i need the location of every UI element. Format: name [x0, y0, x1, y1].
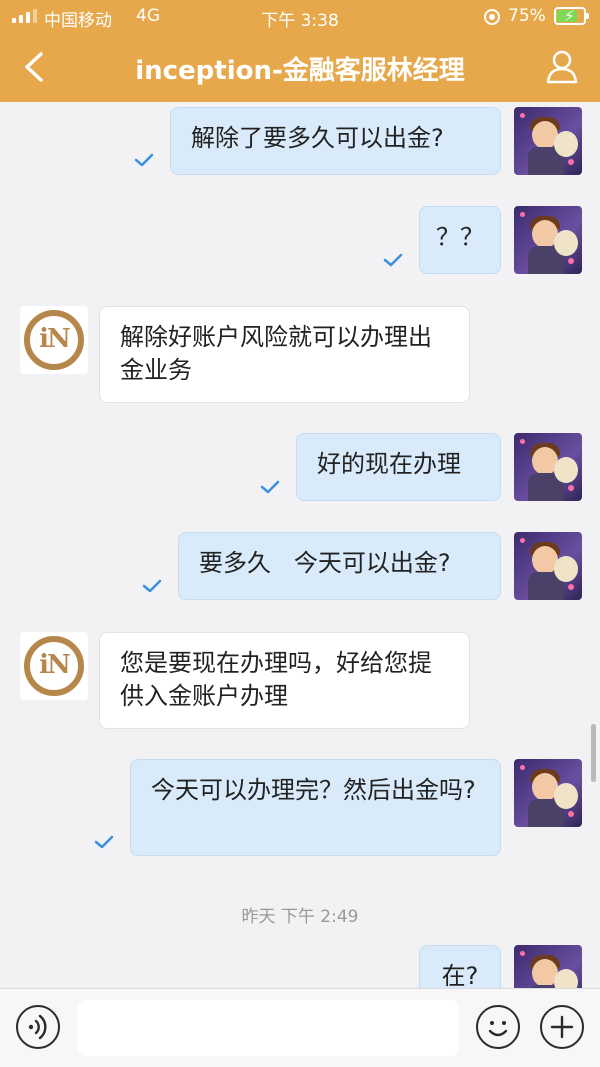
orientation-lock-icon [484, 9, 500, 25]
scrollbar[interactable] [591, 724, 596, 782]
message-bubble[interactable]: 解除好账户风险就可以办理出金业务 [99, 306, 470, 403]
my-avatar[interactable] [514, 206, 582, 274]
message-bubble[interactable]: ？？ [419, 206, 501, 274]
top-bar: 中国移动 4G 下午 3:38 75% ⚡ inception-金融客服林经理 [0, 0, 600, 102]
my-avatar[interactable] [514, 433, 582, 501]
read-check-icon [383, 253, 403, 267]
message-bubble[interactable]: 要多久 今天可以出金? [178, 532, 501, 600]
message-input[interactable] [78, 1000, 459, 1056]
plus-icon[interactable] [540, 1005, 584, 1049]
agent-avatar[interactable]: iN [20, 306, 88, 374]
status-bar: 中国移动 4G 下午 3:38 75% ⚡ [0, 0, 600, 34]
chat-header: inception-金融客服林经理 [0, 34, 600, 102]
message-bubble[interactable]: 您是要现在办理吗，好给您提供入金账户办理 [99, 632, 470, 729]
chat-title: inception-金融客服林经理 [135, 56, 465, 86]
battery-icon: ⚡ [554, 7, 589, 25]
read-check-icon [94, 835, 114, 849]
input-bar [0, 988, 600, 1067]
read-check-icon [142, 579, 162, 593]
message-bubble[interactable]: 今天可以办理完？然后出金吗? [130, 759, 501, 856]
my-avatar[interactable] [514, 945, 582, 988]
my-avatar[interactable] [514, 759, 582, 827]
message-bubble[interactable]: 在? [419, 945, 501, 988]
time-divider: 昨天 下午 2:49 [241, 907, 359, 927]
my-avatar[interactable] [514, 107, 582, 175]
read-check-icon [134, 153, 154, 167]
message-bubble[interactable]: 解除了要多久可以出金? [170, 107, 501, 175]
message-list[interactable]: 解除了要多久可以出金? ？？ iN 解除好账户风险就可以办理出金业务 好的现在办… [0, 102, 600, 988]
charging-bolt-icon: ⚡ [564, 7, 575, 25]
battery-percent: 75% [508, 6, 546, 26]
smiley-icon[interactable] [476, 1005, 520, 1049]
agent-avatar[interactable]: iN [20, 632, 88, 700]
my-avatar[interactable] [514, 532, 582, 600]
person-icon[interactable] [546, 50, 578, 84]
read-check-icon [260, 480, 280, 494]
message-bubble[interactable]: 好的现在办理 [296, 433, 501, 501]
voice-icon[interactable] [16, 1005, 60, 1049]
